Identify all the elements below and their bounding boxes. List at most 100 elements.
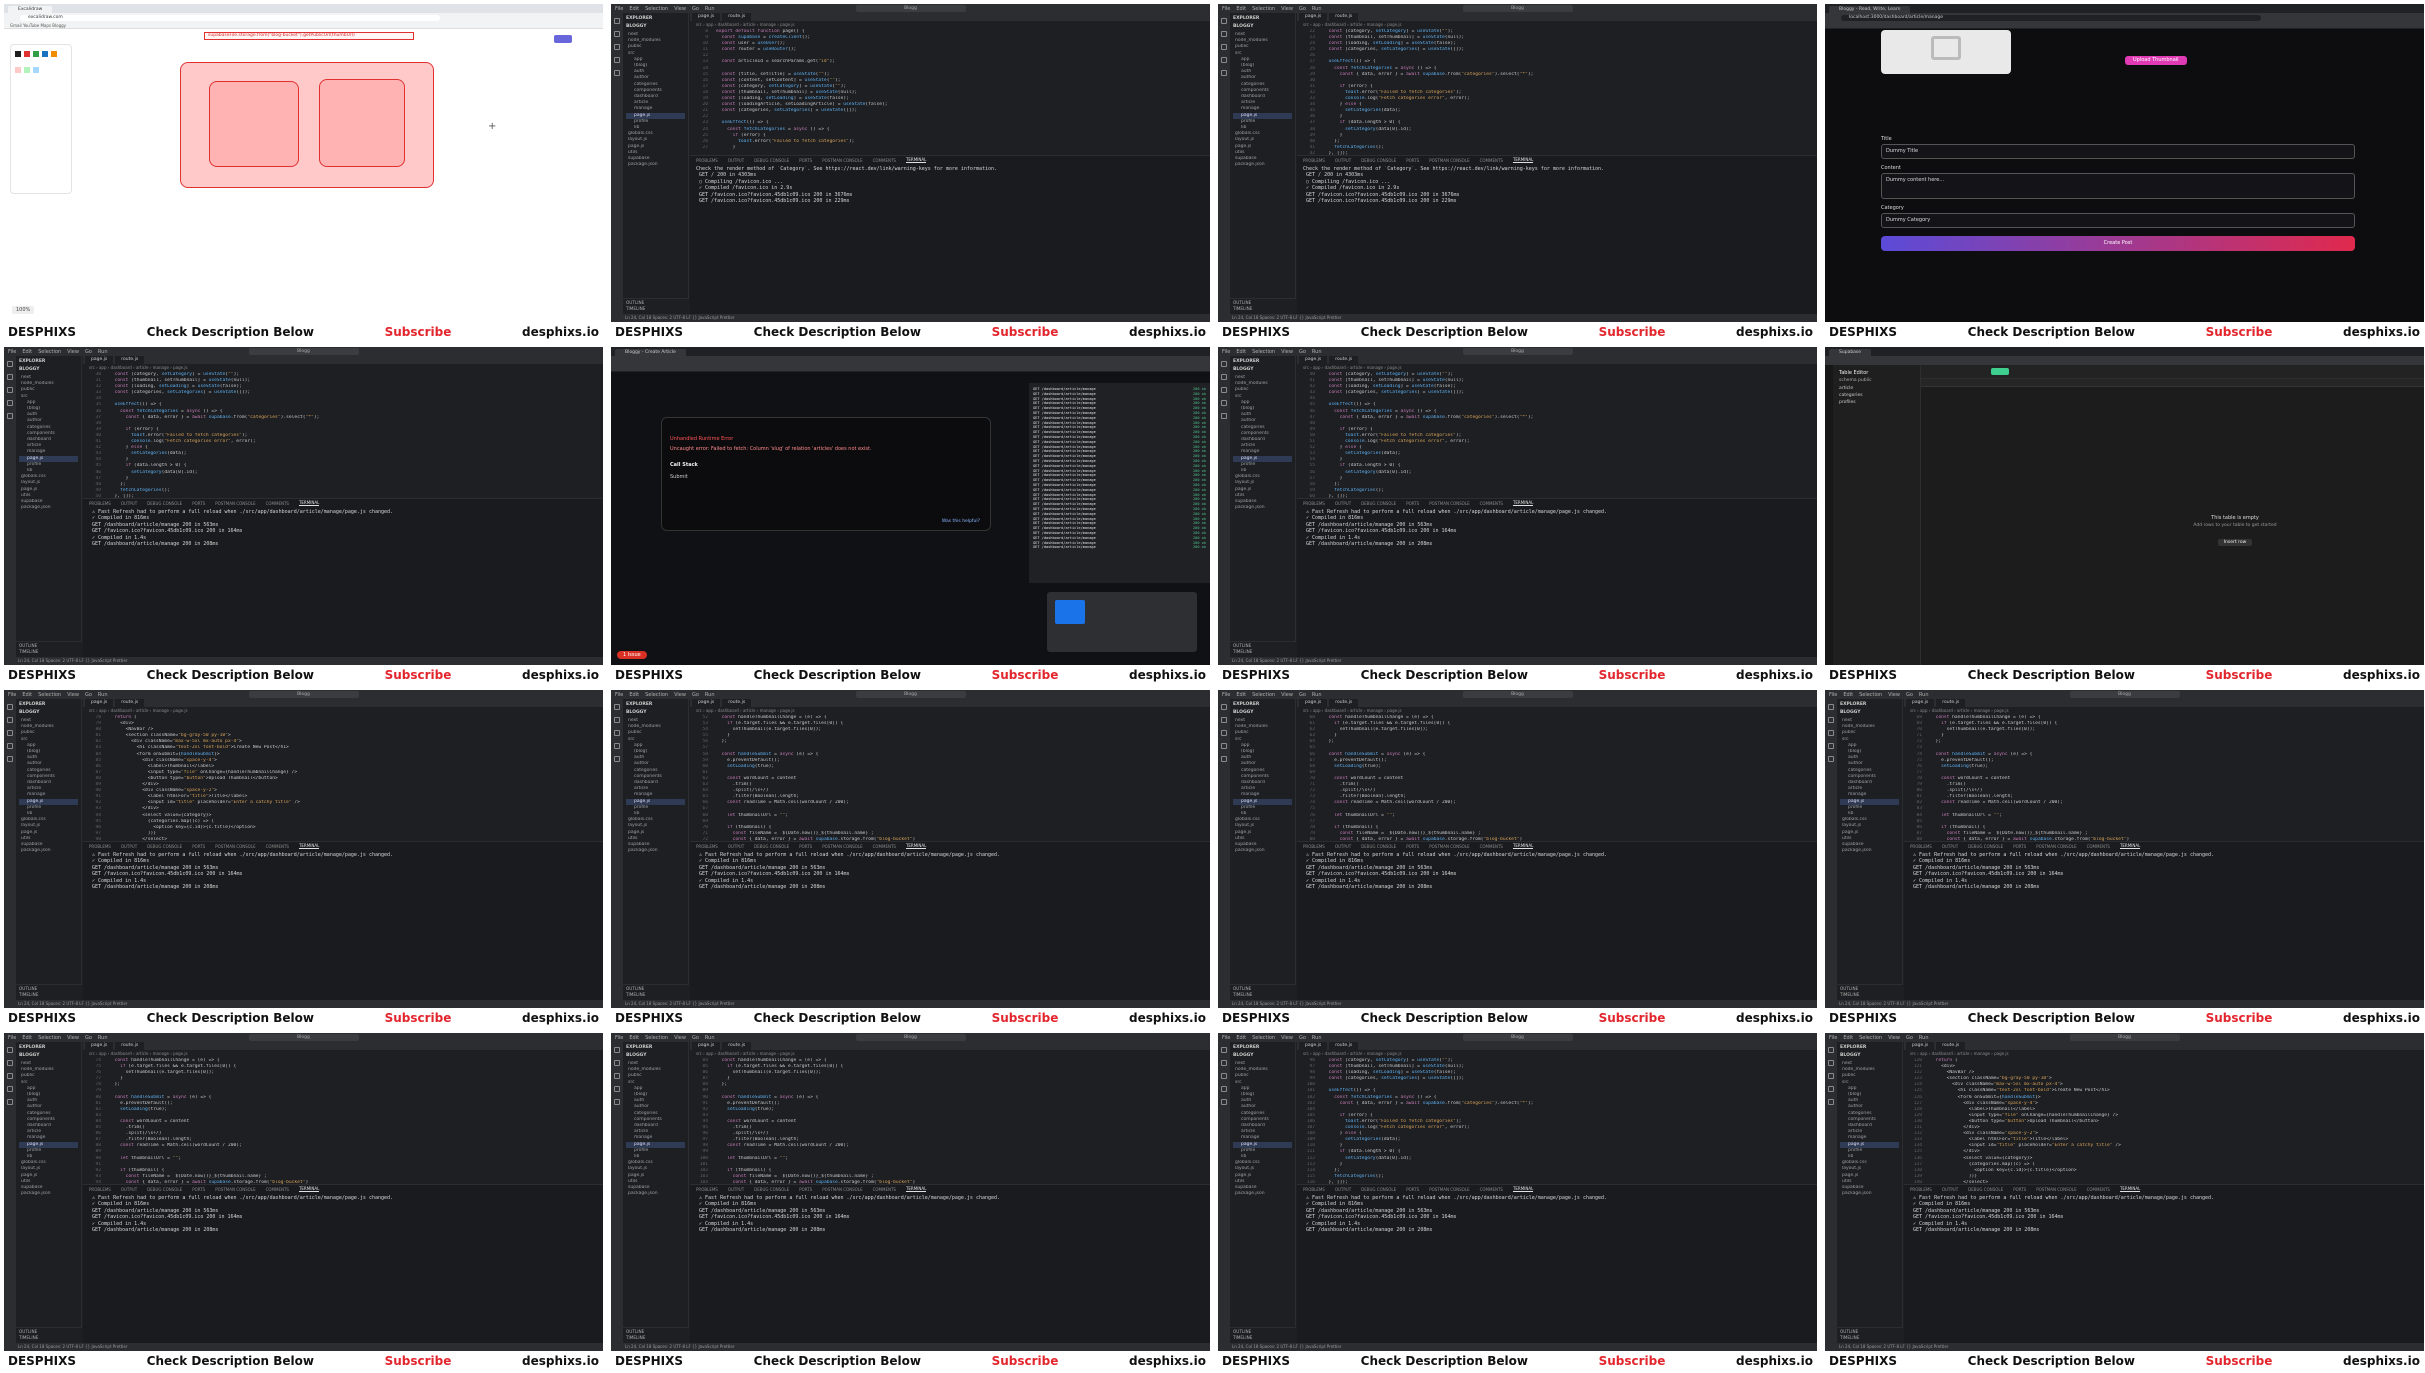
panel-tab[interactable]: TERMINAL	[1512, 157, 1534, 163]
menu-item[interactable]: Selection	[1252, 6, 1275, 12]
terminal[interactable]: ⚠ Fast Refresh had to perform a full rel…	[1297, 850, 1817, 892]
stroke-red-swatch[interactable]	[24, 51, 30, 57]
files-icon[interactable]	[1828, 1047, 1834, 1053]
panel-tab[interactable]: COMMENTS	[873, 1187, 896, 1192]
panel-tab[interactable]: PORTS	[1406, 501, 1419, 506]
menu-item[interactable]: View	[674, 692, 686, 698]
command-center-search[interactable]: Blogg	[855, 5, 966, 12]
menu-item[interactable]: Selection	[38, 1035, 61, 1041]
files-icon[interactable]	[7, 704, 13, 710]
share-button[interactable]	[554, 35, 572, 43]
debug-icon[interactable]	[1828, 743, 1834, 749]
code-editor[interactable]: 74 const handleThumbnailChange = (e) => …	[83, 1057, 603, 1185]
panel-tab[interactable]: COMMENTS	[266, 501, 289, 506]
panel-tab[interactable]: DEBUG CONSOLE	[754, 1187, 789, 1192]
subscribe-label[interactable]: Subscribe	[992, 1011, 1059, 1025]
panel-tab[interactable]: DEBUG CONSOLE	[1361, 158, 1396, 163]
menu-item[interactable]: File	[8, 692, 16, 698]
panel-tab[interactable]: PORTS	[192, 844, 205, 849]
menu-item[interactable]: Go	[1906, 692, 1913, 698]
explorer-item[interactable]: package.json	[1233, 1191, 1292, 1197]
menu-item[interactable]: Go	[1906, 1035, 1913, 1041]
source-control-icon[interactable]	[7, 387, 13, 393]
subscribe-label[interactable]: Subscribe	[992, 1354, 1059, 1368]
website-label[interactable]: desphixs.io	[2343, 325, 2420, 339]
panel-tab[interactable]: DEBUG CONSOLE	[147, 844, 182, 849]
website-label[interactable]: desphixs.io	[1736, 1011, 1813, 1025]
outline-timeline[interactable]: OUTLINE TIMELINE	[623, 984, 689, 1000]
menu-item[interactable]: Edit	[629, 6, 639, 12]
files-icon[interactable]	[7, 1047, 13, 1053]
breadcrumb[interactable]: src › app › dashboard › article › manage…	[690, 21, 1210, 27]
command-center-search[interactable]: Blogg	[1462, 1034, 1573, 1041]
subscribe-label[interactable]: Subscribe	[992, 325, 1059, 339]
editor-tab[interactable]: route.js	[115, 356, 145, 364]
subscribe-label[interactable]: Subscribe	[385, 325, 452, 339]
command-center-search[interactable]: Blogg	[855, 1034, 966, 1041]
menu-item[interactable]: Run	[1919, 1035, 1929, 1041]
extensions-icon[interactable]	[1828, 756, 1834, 762]
source-control-icon[interactable]	[7, 730, 13, 736]
panel-tab[interactable]: TERMINAL	[298, 843, 320, 849]
website-label[interactable]: desphixs.io	[1129, 668, 1206, 682]
website-label[interactable]: desphixs.io	[522, 1354, 599, 1368]
title-input[interactable]: Dummy Title	[1881, 144, 2355, 159]
menu-item[interactable]: File	[615, 692, 623, 698]
code-editor[interactable]: 22 const [category, setCategory] = useSt…	[1297, 28, 1817, 156]
search-icon[interactable]	[1828, 717, 1834, 723]
files-icon[interactable]	[1221, 18, 1227, 24]
panel-tab[interactable]: PROBLEMS	[1303, 501, 1325, 506]
menu-item[interactable]: View	[1888, 1035, 1900, 1041]
debug-icon[interactable]	[614, 57, 620, 63]
panel-tab[interactable]: POSTMAN CONSOLE	[822, 844, 862, 849]
panel-tab[interactable]: COMMENTS	[1480, 1187, 1503, 1192]
editor-tab[interactable]: route.js	[1329, 1042, 1359, 1050]
command-center-search[interactable]: Blogg	[2069, 691, 2180, 698]
outline-timeline[interactable]: OUTLINE TIMELINE	[623, 1327, 689, 1343]
terminal[interactable]: ⚠ Fast Refresh had to perform a full rel…	[690, 850, 1210, 892]
panel-tab[interactable]: OUTPUT	[1335, 844, 1351, 849]
outline-timeline[interactable]: OUTLINE TIMELINE	[16, 984, 82, 1000]
address-bar[interactable]: excalidraw.com	[20, 14, 440, 21]
menu-item[interactable]: Edit	[629, 1035, 639, 1041]
editor-tab[interactable]: page.js	[85, 699, 114, 707]
source-control-icon[interactable]	[1221, 730, 1227, 736]
extensions-icon[interactable]	[614, 70, 620, 76]
panel-tab[interactable]: TERMINAL	[1512, 843, 1534, 849]
panel-tab[interactable]: PROBLEMS	[89, 844, 111, 849]
explorer-item[interactable]: package.json	[1233, 505, 1292, 511]
menu-item[interactable]: View	[67, 1035, 79, 1041]
subscribe-label[interactable]: Subscribe	[2206, 1354, 2273, 1368]
upload-thumbnail-button[interactable]: Upload Thumbnail	[2125, 56, 2187, 65]
menu-item[interactable]: View	[1281, 692, 1293, 698]
menu-item[interactable]: View	[674, 1035, 686, 1041]
menu-item[interactable]: Run	[1312, 692, 1322, 698]
website-label[interactable]: desphixs.io	[2343, 1354, 2420, 1368]
menu-item[interactable]: View	[67, 349, 79, 355]
stack-frame[interactable]: Submit	[670, 474, 982, 480]
menu-item[interactable]: File	[1222, 692, 1230, 698]
project-name[interactable]: BLOGGY	[1840, 710, 1899, 715]
panel-tab[interactable]: OUTPUT	[728, 844, 744, 849]
stroke-black-swatch[interactable]	[15, 51, 21, 57]
menu-item[interactable]: Selection	[645, 692, 668, 698]
project-name[interactable]: BLOGGY	[626, 24, 685, 29]
source-control-icon[interactable]	[7, 1073, 13, 1079]
menu-item[interactable]: Selection	[1859, 1035, 1882, 1041]
browser-tab[interactable]: Excalidraw	[8, 6, 53, 13]
debug-icon[interactable]	[7, 743, 13, 749]
panel-tab[interactable]: PORTS	[192, 501, 205, 506]
explorer-item[interactable]: package.json	[1233, 162, 1292, 168]
code-editor[interactable]: 84 const handleThumbnailChange = (e) => …	[690, 1057, 1210, 1185]
menu-item[interactable]: File	[1829, 692, 1837, 698]
command-center-search[interactable]: Blogg	[855, 691, 966, 698]
editor-tab[interactable]: page.js	[1299, 1042, 1328, 1050]
category-select[interactable]: Dummy Category	[1881, 213, 2355, 228]
extensions-icon[interactable]	[7, 413, 13, 419]
editor-tab[interactable]: page.js	[692, 1042, 721, 1050]
panel-tab[interactable]: OUTPUT	[728, 1187, 744, 1192]
fill-blue-swatch[interactable]	[33, 67, 39, 73]
table-list-item[interactable]: categories	[1833, 392, 1920, 399]
stroke-orange-swatch[interactable]	[51, 51, 57, 57]
website-label[interactable]: desphixs.io	[2343, 668, 2420, 682]
